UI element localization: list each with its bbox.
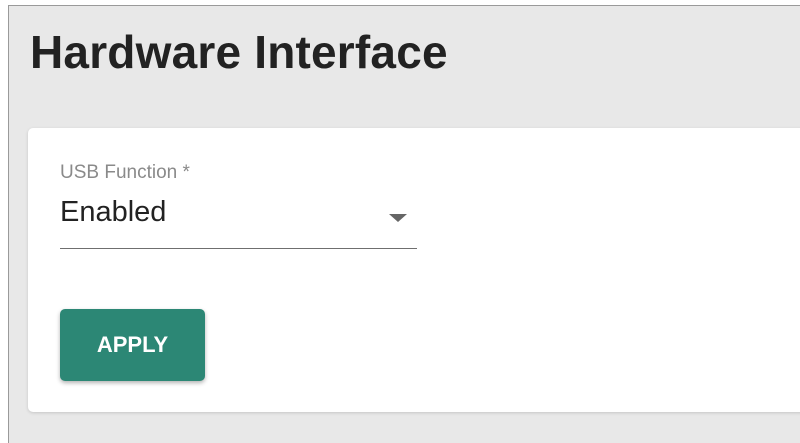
select-underline — [60, 248, 417, 249]
usb-function-value[interactable]: Enabled — [60, 196, 166, 229]
usb-function-label: USB Function * — [60, 162, 190, 183]
usb-function-select[interactable]: USB Function * Enabled — [60, 162, 417, 250]
apply-button[interactable]: APPLY — [60, 309, 205, 381]
arrow-drop-down-icon[interactable] — [389, 214, 407, 222]
settings-card: USB Function * Enabled APPLY — [28, 128, 800, 412]
page-frame: Hardware Interface USB Function * Enable… — [8, 5, 800, 443]
page-title: Hardware Interface — [30, 26, 448, 78]
